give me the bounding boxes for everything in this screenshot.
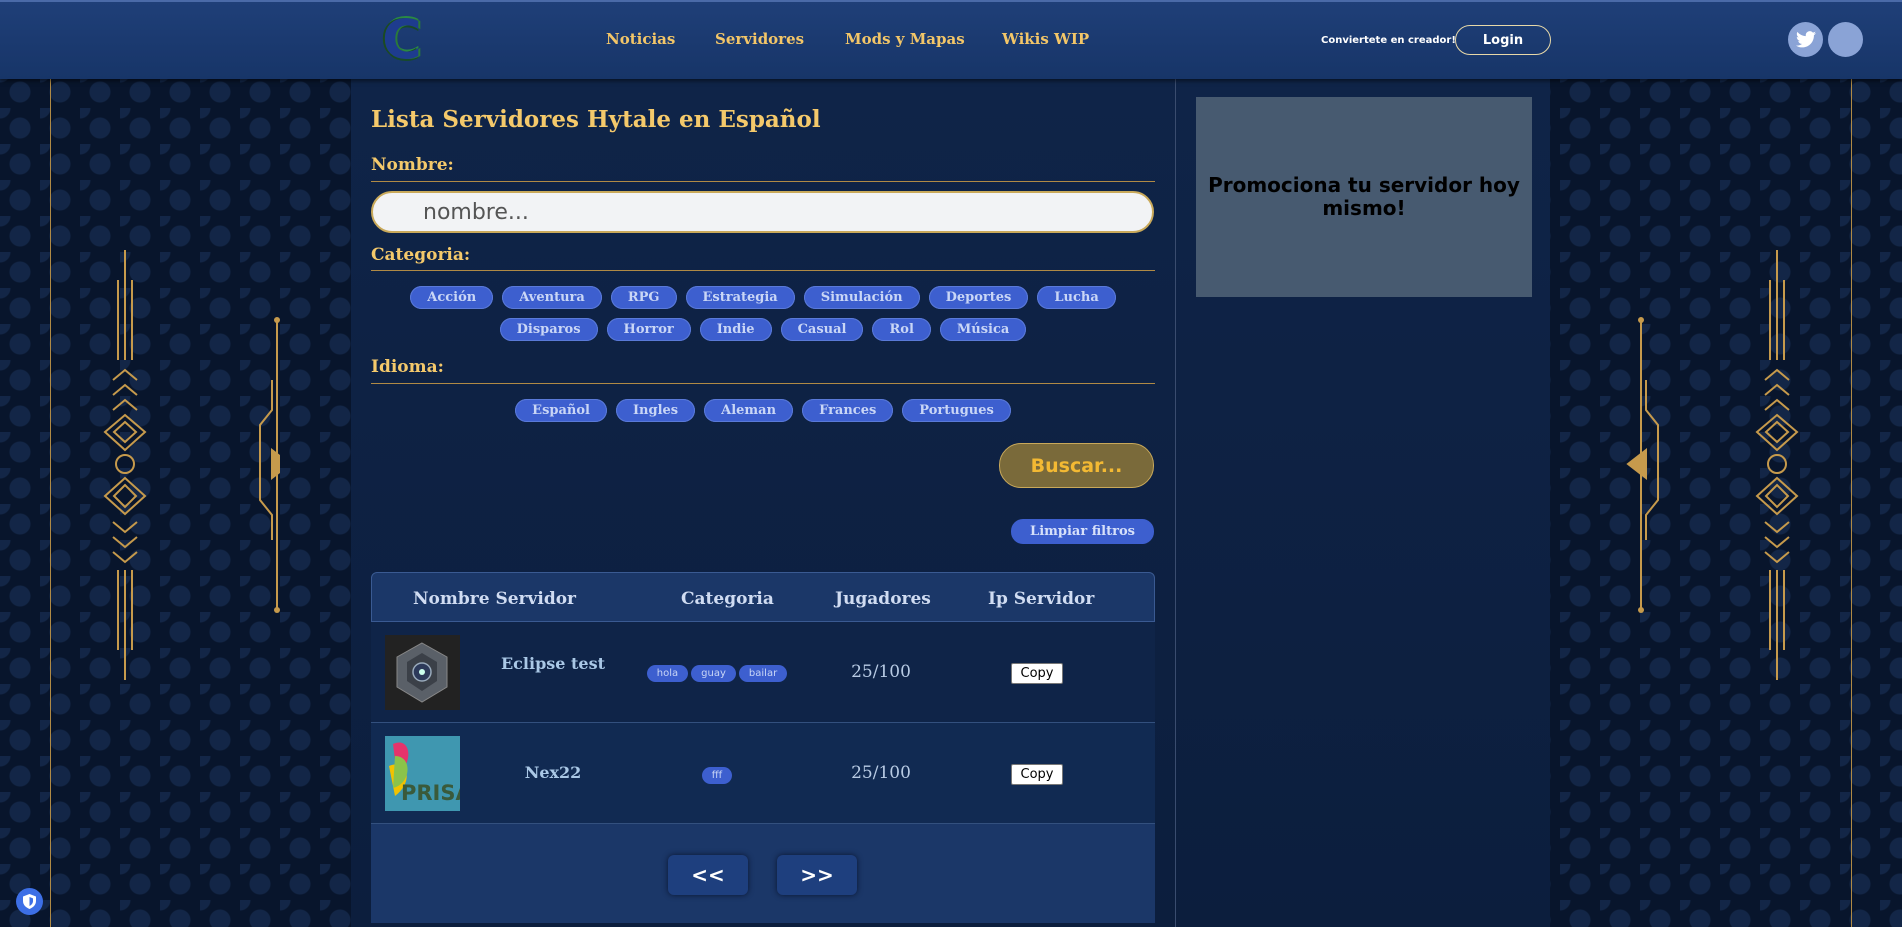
twitter-button[interactable] bbox=[1788, 22, 1823, 57]
page-title: Lista Servidores Hytale en Español bbox=[371, 106, 821, 133]
thumbnail-text: PRISA bbox=[401, 781, 460, 805]
category-rule bbox=[371, 270, 1155, 271]
promo-box[interactable]: Promociona tu servidor hoy mismo! bbox=[1196, 97, 1532, 297]
server-tags: hola guay bailar bbox=[642, 665, 792, 682]
name-rule bbox=[371, 181, 1155, 182]
server-tag: guay bbox=[691, 665, 736, 682]
table-body: Eclipse test hola guay bailar 25/100 Cop… bbox=[371, 622, 1155, 824]
category-pill[interactable]: Estrategia bbox=[685, 286, 795, 309]
ornament-left bbox=[103, 250, 280, 680]
category-pill[interactable]: Deportes bbox=[928, 286, 1029, 309]
nav-wikis[interactable]: Wikis WIP bbox=[1002, 30, 1089, 48]
category-pill[interactable]: Música bbox=[939, 318, 1027, 341]
category-pill[interactable]: Indie bbox=[699, 318, 772, 341]
clear-filters-button[interactable]: Limpiar filtros bbox=[1011, 519, 1154, 544]
category-pill[interactable]: RPG bbox=[610, 286, 677, 309]
category-pill[interactable]: Disparos bbox=[499, 318, 598, 341]
category-pills-row-1: Acción Aventura RPG Estrategia Simulació… bbox=[371, 286, 1155, 309]
language-pills-row: Español Ingles Aleman Frances Portugues bbox=[371, 399, 1155, 422]
server-tag: fff bbox=[701, 767, 733, 784]
header-players: Jugadores bbox=[835, 589, 931, 609]
header-server-name: Nombre Servidor bbox=[413, 589, 577, 609]
column-divider bbox=[1175, 77, 1176, 927]
pagination: << >> bbox=[371, 824, 1155, 923]
site-logo[interactable]: C bbox=[374, 8, 430, 71]
server-name[interactable]: Nex22 bbox=[488, 764, 618, 782]
server-table: Nombre Servidor Categoria Jugadores Ip S… bbox=[371, 572, 1155, 923]
category-pill[interactable]: Lucha bbox=[1037, 286, 1116, 309]
category-pill[interactable]: Rol bbox=[872, 318, 931, 341]
search-button[interactable]: Buscar... bbox=[999, 443, 1154, 488]
copy-ip-button[interactable]: Copy bbox=[1011, 663, 1063, 684]
prev-page-button[interactable]: << bbox=[668, 855, 748, 895]
table-row[interactable]: PRISA Nex22 fff 25/100 Copy bbox=[371, 723, 1155, 824]
category-pill[interactable]: Acción bbox=[410, 286, 494, 309]
header-category: Categoria bbox=[681, 589, 774, 609]
name-label: Nombre: bbox=[371, 155, 454, 175]
nav-servidores[interactable]: Servidores bbox=[715, 30, 804, 48]
category-pill[interactable]: Horror bbox=[606, 318, 691, 341]
server-players: 25/100 bbox=[851, 662, 911, 682]
nav-noticias[interactable]: Noticias bbox=[606, 30, 675, 48]
twitter-icon bbox=[1795, 31, 1816, 48]
language-pill[interactable]: Frances bbox=[802, 399, 894, 422]
nav-mods-mapas[interactable]: Mods y Mapas bbox=[845, 30, 965, 48]
top-navbar: C Noticias Servidores Mods y Mapas Wikis… bbox=[0, 0, 1902, 79]
server-tag: bailar bbox=[738, 665, 788, 682]
server-name[interactable]: Eclipse test bbox=[488, 655, 618, 673]
category-pill[interactable]: Casual bbox=[780, 318, 864, 341]
shield-icon bbox=[23, 894, 36, 909]
decor-line-left bbox=[50, 77, 51, 927]
server-players: 25/100 bbox=[851, 763, 911, 783]
language-pill[interactable]: Ingles bbox=[615, 399, 696, 422]
language-pill[interactable]: Aleman bbox=[704, 399, 794, 422]
language-pill[interactable]: Portugues bbox=[902, 399, 1011, 422]
category-label: Categoria: bbox=[371, 245, 471, 265]
copy-ip-button[interactable]: Copy bbox=[1011, 764, 1063, 785]
table-row[interactable]: Eclipse test hola guay bailar 25/100 Cop… bbox=[371, 622, 1155, 723]
name-search-input[interactable] bbox=[371, 191, 1154, 233]
table-header: Nombre Servidor Categoria Jugadores Ip S… bbox=[371, 572, 1155, 622]
login-button[interactable]: Login bbox=[1455, 25, 1551, 55]
category-pills-row-2: Disparos Horror Indie Casual Rol Música bbox=[371, 318, 1155, 341]
category-pill[interactable]: Simulación bbox=[803, 286, 920, 309]
social-button-2[interactable] bbox=[1828, 22, 1863, 57]
server-tags: fff bbox=[642, 767, 792, 784]
privacy-button[interactable] bbox=[16, 888, 43, 915]
ornament-right bbox=[1626, 250, 1799, 680]
header-ip: Ip Servidor bbox=[988, 589, 1095, 609]
server-thumbnail[interactable] bbox=[385, 635, 460, 710]
language-label: Idioma: bbox=[371, 357, 444, 377]
category-pill[interactable]: Aventura bbox=[502, 286, 602, 309]
decor-line-right bbox=[1851, 77, 1852, 927]
server-tag: hola bbox=[646, 665, 689, 682]
language-pill[interactable]: Español bbox=[515, 399, 607, 422]
language-rule bbox=[371, 383, 1155, 384]
become-creator-link[interactable]: Conviertete en creador! bbox=[1321, 35, 1456, 46]
next-page-button[interactable]: >> bbox=[777, 855, 857, 895]
server-thumbnail[interactable]: PRISA bbox=[385, 736, 460, 811]
